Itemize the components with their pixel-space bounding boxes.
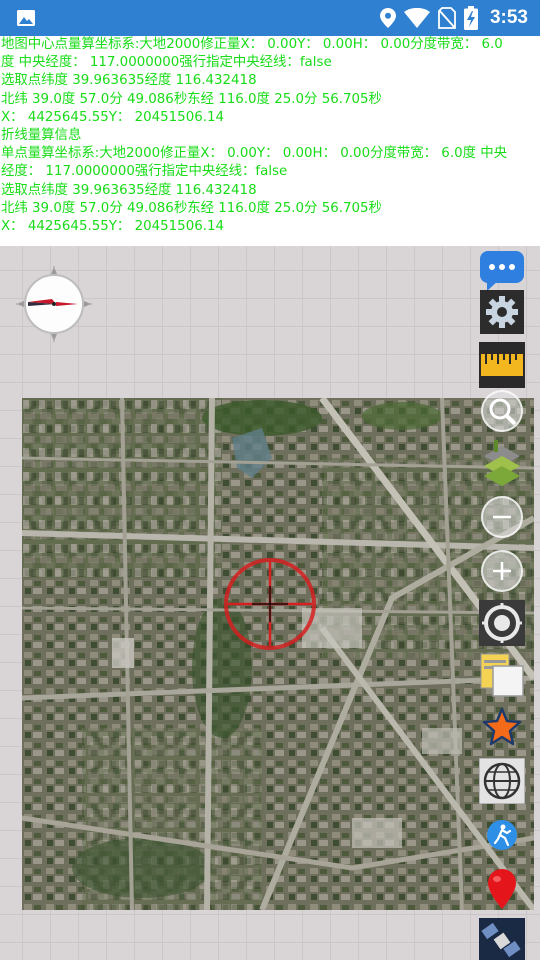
image-icon [17,10,35,26]
info-line: X： 4425645.55Y： 20451506.14 [1,109,225,125]
info-line: 选取点纬度 39.963635经度 116.432418 [1,73,257,89]
info-line: 经度： 117.0000000强行指定中央经线：false [1,164,288,180]
info-line: … [1,237,15,246]
folder-cards-icon [480,653,524,697]
message-button[interactable] [479,248,525,294]
locate-target-icon [479,600,525,646]
map-canvas[interactable] [0,246,540,960]
locate-button[interactable] [479,600,525,646]
ruler-icon [479,342,525,388]
settings-gear-icon [486,296,518,328]
layers-button[interactable] [479,440,525,486]
info-line: X： 4425645.55Y： 20451506.14 [1,219,225,235]
battery-charging-icon [463,6,478,30]
map-pin-icon [488,869,516,909]
zoom-in-button[interactable] [481,550,523,592]
measurement-info-panel: 地图中心点量算坐标系:大地2000修正量X： 0.00Y： 0.00H： 0.0… [0,36,540,246]
map-pin-button[interactable] [479,866,525,912]
folder-button[interactable] [479,652,525,698]
crosshair-target [224,558,316,650]
satellite-icon [479,918,525,960]
info-line: 北纬 39.0度 57.0分 49.086秒东经 116.0度 25.0分 56… [1,200,382,216]
favorite-button[interactable] [479,704,525,750]
no-sim-icon [438,7,456,29]
settings-button[interactable] [480,290,524,334]
grid-globe-button[interactable] [479,758,525,804]
zoom-out-button[interactable] [481,496,523,538]
zoom-out-icon [493,515,511,519]
ruler-measure-button[interactable] [479,342,525,388]
zoom-search-button[interactable] [481,390,523,432]
clock-time: 3:53 [489,7,528,28]
info-line: 地图中心点量算坐标系:大地2000修正量X： 0.00Y： 0.00H： 0.0… [1,37,503,52]
compass-icon[interactable] [16,266,92,342]
grid-globe-icon [479,758,525,804]
satellite-button[interactable] [479,918,525,960]
walk-track-icon [487,820,517,850]
layers-map-icon [484,440,520,486]
info-line: 选取点纬度 39.963635经度 116.432418 [1,182,257,198]
info-line: 北纬 39.0度 57.0分 49.086秒东经 116.0度 25.0分 56… [1,91,382,107]
favorite-star-icon [482,707,522,746]
location-icon [379,8,396,28]
satellite-image-tile [22,398,534,910]
walk-track-button[interactable] [479,812,525,858]
zoom-search-icon [489,398,517,426]
info-line: 度 中央经度： 117.0000000强行指定中央经线：false [1,55,332,71]
info-line: 单点量算坐标系:大地2000修正量X： 0.00Y： 0.00H： 0.00分度… [1,146,508,162]
message-icon [480,251,524,291]
wifi-icon [403,8,430,28]
info-section-title: 折线量算信息 [1,128,82,144]
status-bar: 3:53 [0,0,540,36]
zoom-in-icon [493,562,511,580]
